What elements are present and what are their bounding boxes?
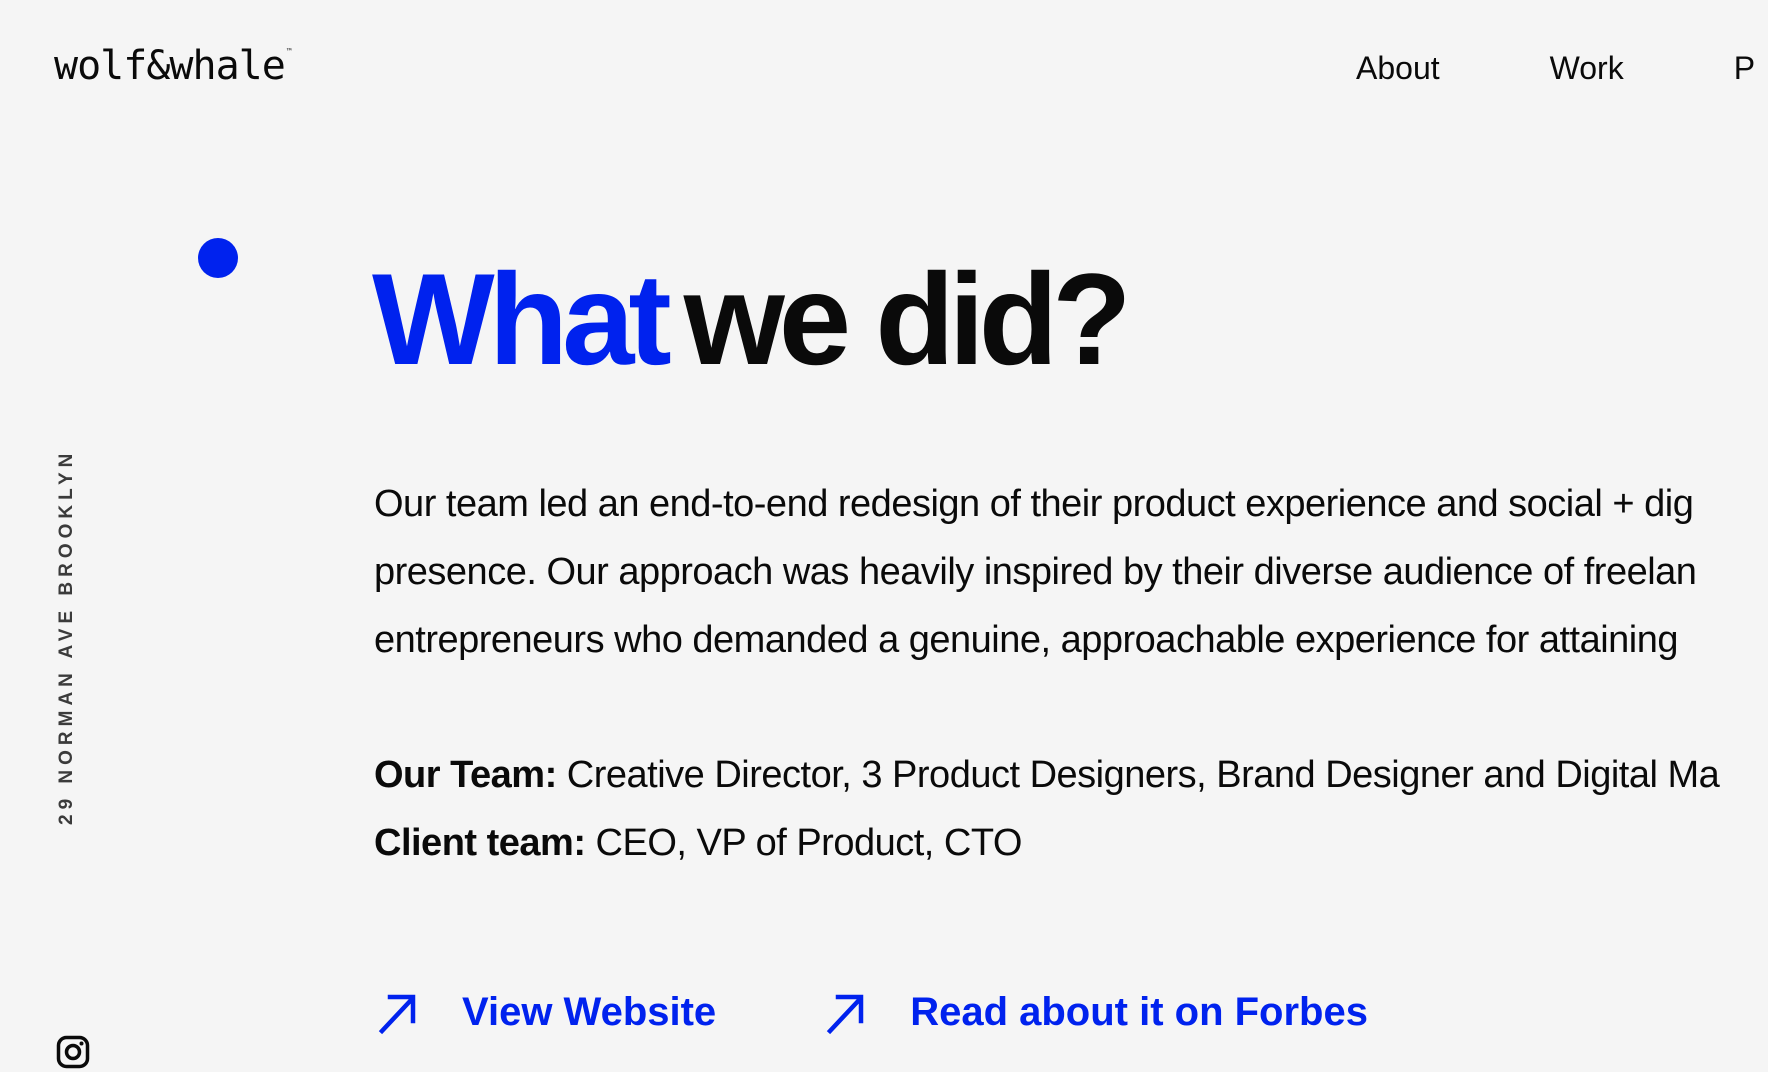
accent-dot — [198, 238, 238, 278]
client-team-label: Client team: — [374, 822, 586, 864]
section-description: Our team led an end-to-end redesign of t… — [374, 470, 1768, 674]
section-title: What we did? — [372, 254, 1132, 384]
external-links: View Website Read about it on Forbes — [378, 990, 1368, 1035]
instagram-link[interactable] — [56, 1035, 90, 1069]
view-website-link[interactable]: View Website — [378, 990, 716, 1035]
section-title-rest: we did? — [683, 246, 1132, 392]
forbes-article-link[interactable]: Read about it on Forbes — [826, 990, 1368, 1035]
instagram-icon — [56, 1035, 90, 1069]
client-team-value: CEO, VP of Product, CTO — [585, 822, 1023, 864]
page: wolf&whale ™ About Work P 29 NORMAN AVE B… — [0, 0, 1768, 1072]
logo-text: wolf&whale — [54, 43, 286, 89]
description-line: entrepreneurs who demanded a genuine, ap… — [374, 619, 1679, 661]
arrow-up-right-icon — [827, 994, 864, 1034]
forbes-article-label: Read about it on Forbes — [910, 990, 1368, 1034]
team-info: Our Team: Creative Director, 3 Product D… — [374, 741, 1720, 877]
description-line: Our team led an end-to-end redesign of t… — [374, 483, 1694, 525]
main-nav: About Work P — [1356, 50, 1755, 87]
address-vertical: 29 NORMAN AVE BROOKLYN — [56, 448, 77, 825]
arrow-up-right-icon — [378, 994, 416, 1034]
our-team-value: Creative Director, 3 Product Designers, … — [556, 754, 1720, 796]
view-website-label: View Website — [462, 990, 717, 1034]
our-team-label: Our Team: — [374, 754, 557, 796]
client-team-row: Client team: CEO, VP of Product, CTO — [374, 809, 1719, 877]
logo[interactable]: wolf&whale ™ — [54, 43, 292, 89]
nav-item-3[interactable]: P — [1734, 50, 1755, 87]
our-team-row: Our Team: Creative Director, 3 Product D… — [374, 741, 1720, 809]
nav-about[interactable]: About — [1356, 50, 1440, 87]
description-line: presence. Our approach was heavily inspi… — [374, 551, 1697, 593]
trademark-mark: ™ — [286, 47, 292, 56]
section-title-accent: What — [372, 246, 672, 392]
nav-work[interactable]: Work — [1550, 50, 1624, 87]
